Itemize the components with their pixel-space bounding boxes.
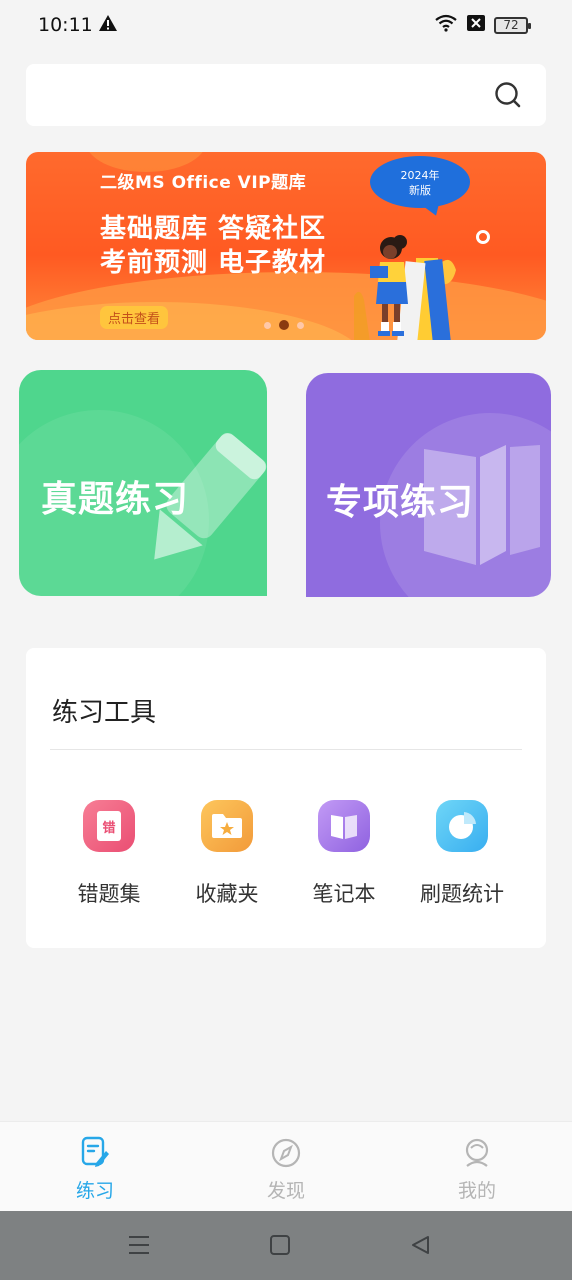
home-icon[interactable] bbox=[270, 1235, 290, 1259]
search-bar[interactable] bbox=[26, 64, 546, 126]
topic-practice-card[interactable]: 专项练习 bbox=[306, 373, 551, 597]
card-title: 专项练习 bbox=[326, 482, 475, 523]
nav-tab-discover[interactable]: 发现 bbox=[236, 1136, 336, 1203]
badge-edition: 新版 bbox=[409, 184, 431, 197]
tool-label: 笔记本 bbox=[312, 882, 376, 906]
carousel-dot-active[interactable] bbox=[279, 320, 289, 330]
nav-label: 发现 bbox=[266, 1180, 305, 1202]
carousel-dot[interactable] bbox=[297, 321, 304, 329]
mistakes-tool[interactable]: 错 错题集 bbox=[49, 800, 169, 908]
practice-tools-panel: 练习工具 错 错题集 收藏夹 笔记本 刷题统计 bbox=[26, 648, 546, 948]
system-navigation-bar bbox=[0, 1211, 572, 1280]
new-edition-badge: 2024年 新版 bbox=[370, 156, 470, 208]
nav-label: 练习 bbox=[75, 1180, 114, 1202]
practice-icon bbox=[80, 1136, 110, 1172]
status-time: 10:11 bbox=[38, 14, 93, 36]
warning-icon bbox=[98, 14, 118, 36]
nav-tab-practice[interactable]: 练习 bbox=[45, 1136, 145, 1203]
carousel-indicator bbox=[264, 320, 304, 330]
status-bar: 10:11 72 bbox=[0, 0, 572, 50]
tool-label: 错题集 bbox=[77, 882, 141, 906]
profile-icon bbox=[461, 1138, 493, 1172]
tool-label: 刷题统计 bbox=[420, 882, 504, 906]
statistics-tool[interactable]: 刷题统计 bbox=[402, 800, 522, 908]
tool-label: 收藏夹 bbox=[195, 882, 259, 906]
section-title: 练习工具 bbox=[52, 698, 157, 728]
back-icon[interactable] bbox=[410, 1235, 430, 1259]
real-exam-practice-card[interactable]: 真题练习 bbox=[19, 370, 267, 596]
battery-icon: 72 bbox=[494, 16, 531, 34]
nav-label: 我的 bbox=[457, 1180, 496, 1202]
battery-level: 72 bbox=[503, 18, 519, 32]
banner-subtitle: 二级MS Office VIP题库 bbox=[100, 173, 307, 193]
notebook-icon bbox=[318, 800, 370, 852]
favorites-tool[interactable]: 收藏夹 bbox=[167, 800, 287, 908]
divider bbox=[50, 749, 522, 750]
search-icon[interactable] bbox=[494, 81, 522, 113]
ring-decoration bbox=[476, 230, 490, 244]
carousel-dot[interactable] bbox=[264, 321, 271, 329]
view-details-button[interactable]: 点击查看 bbox=[100, 306, 169, 329]
compass-icon bbox=[270, 1138, 302, 1172]
badge-year: 2024年 bbox=[400, 169, 440, 182]
no-sim-icon bbox=[466, 14, 486, 36]
bottom-navigation: 练习 发现 我的 bbox=[0, 1121, 572, 1211]
promo-banner[interactable]: 二级MS Office VIP题库 基础题库 答疑社区 考前预测 电子教材 20… bbox=[26, 152, 546, 340]
notebook-tool[interactable]: 笔记本 bbox=[284, 800, 404, 908]
mistakes-glyph: 错 bbox=[97, 811, 121, 841]
reading-girl-illustration bbox=[346, 226, 476, 340]
banner-headline-1: 基础题库 答疑社区 bbox=[100, 214, 327, 244]
statistics-icon bbox=[436, 800, 488, 852]
banner-headline-2: 考前预测 电子教材 bbox=[100, 248, 327, 278]
favorites-folder-icon bbox=[201, 800, 253, 852]
wifi-icon bbox=[434, 14, 458, 36]
card-title: 真题练习 bbox=[41, 479, 190, 520]
menu-icon[interactable] bbox=[128, 1235, 150, 1259]
mistakes-icon: 错 bbox=[83, 800, 135, 852]
nav-tab-profile[interactable]: 我的 bbox=[427, 1136, 527, 1203]
